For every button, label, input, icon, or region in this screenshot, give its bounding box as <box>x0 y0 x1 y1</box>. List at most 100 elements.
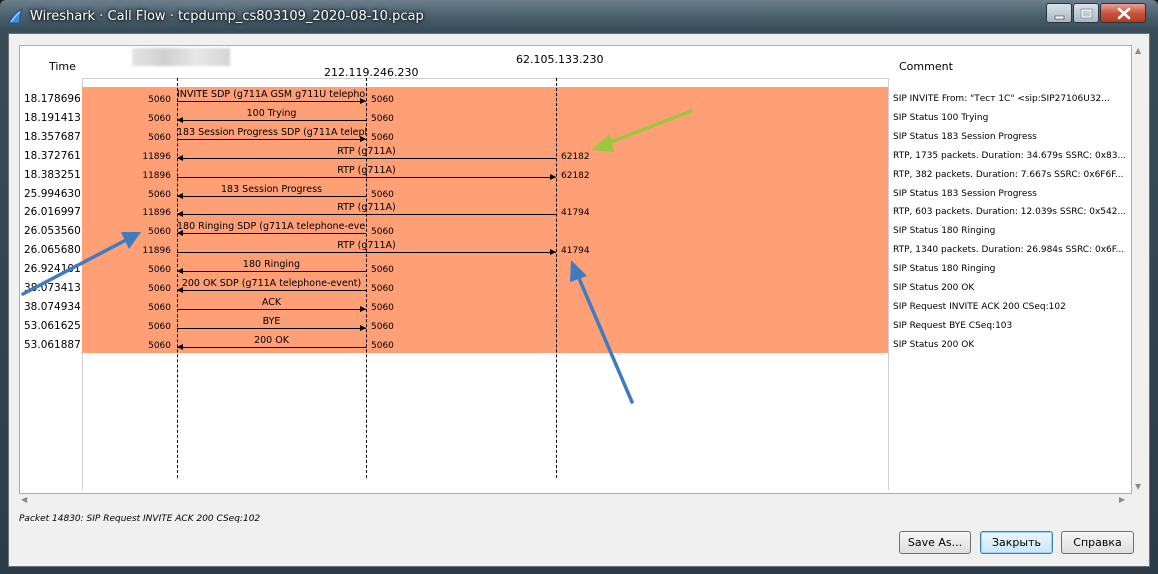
flow-from-port: 5060 <box>148 95 171 105</box>
flow-time: 18.383251 <box>24 168 81 181</box>
flow-to-port: 5060 <box>371 302 394 313</box>
flow-from-port: 11896 <box>142 246 171 257</box>
maximize-button[interactable] <box>1073 3 1099 23</box>
flow-row[interactable]: 26.924101 5060 5060 180 Ringing SIP Status 1… <box>20 259 1131 279</box>
flow-time: 26.924101 <box>24 263 81 276</box>
flow-from-port: 11896 <box>142 208 171 219</box>
flow-time: 18.178696 <box>24 93 81 105</box>
flow-label: 183 Session Progress <box>221 183 322 195</box>
flow-label: 200 OK <box>254 334 289 346</box>
flow-time: 26.065680 <box>24 244 81 257</box>
flow-row[interactable]: 25.994630 5060 5060 183 Session Progress SIP… <box>20 183 1131 204</box>
flow-to-port: 5060 <box>371 189 394 200</box>
flow-row[interactable]: 18.372761 11896 62182 RTP (g711A) RTP, 1735 … <box>20 145 1131 166</box>
flow-label: RTP (g711A) <box>337 202 396 214</box>
minimize-button[interactable] <box>1046 3 1072 23</box>
time-column-header: Time <box>49 60 76 73</box>
flow-from-port: 5060 <box>148 340 171 351</box>
flow-row[interactable]: 26.053560 5060 5060 180 Ringing SDP (g711A … <box>20 221 1131 241</box>
flow-to-port: 41794 <box>561 246 590 257</box>
flow-to-port: 62182 <box>561 151 590 162</box>
flow-arrow-line <box>177 327 366 329</box>
flow-arrow-line <box>177 271 366 273</box>
flow-arrow-line <box>177 119 366 121</box>
flow-from-port: 5060 <box>148 132 171 143</box>
flow-arrow-line <box>177 195 366 197</box>
comment-column-header: Comment <box>899 60 953 73</box>
redacted-area <box>132 48 230 66</box>
flow-from-port: 5060 <box>148 113 171 124</box>
flow-comment: SIP Request INVITE ACK 200 CSeq:102 <box>893 301 1066 312</box>
flow-to-port: 5060 <box>371 265 394 276</box>
flow-time: 25.994630 <box>24 187 81 200</box>
scroll-up-icon[interactable]: ▲ <box>1135 47 1141 55</box>
flow-row[interactable]: 38.074934 5060 5060 ACK SIP Request INVITE A… <box>20 296 1131 317</box>
flow-row[interactable]: 18.357687 5060 5060 183 Session Progress SD… <box>20 127 1131 147</box>
flow-row[interactable]: 18.191413 5060 5060 100 Trying SIP Status 10… <box>20 107 1131 128</box>
flow-time: 26.053560 <box>24 225 81 238</box>
save-as-button[interactable]: Save As... <box>899 531 971 554</box>
flow-row[interactable]: 53.061887 5060 5060 200 OK SIP Status 200 OK <box>20 334 1131 355</box>
flow-row[interactable]: 18.178696 5060 5060 INVITE SDP (g711A GSM g… <box>20 89 1131 109</box>
flow-label: 200 OK SDP (g711A telephone-event) <box>181 278 362 289</box>
flow-time: 26.016997 <box>24 206 81 219</box>
maximize-icon <box>1080 8 1093 19</box>
flow-time: 53.061625 <box>24 319 81 332</box>
flow-label: BYE <box>262 315 281 327</box>
close-button[interactable]: Закрыть <box>980 531 1053 554</box>
flow-to-port: 5060 <box>371 340 394 351</box>
flow-arrow-line <box>177 308 366 310</box>
vertical-scrollbar[interactable]: ▲ ▼ <box>1134 45 1143 494</box>
flow-row[interactable]: 26.065680 11896 41794 RTP (g711A) RTP, 1340 … <box>20 240 1131 260</box>
flow-to-port: 41794 <box>561 208 590 219</box>
flow-to-port: 5060 <box>371 132 394 143</box>
title-bar[interactable]: Wireshark · Call Flow · tcpdump_cs803109… <box>0 0 1158 34</box>
flow-graph[interactable]: Time 212.119.246.230 62.105.133.230 Comm… <box>19 45 1132 494</box>
flow-from-port: 5060 <box>148 265 171 276</box>
scroll-left-icon[interactable]: ◀ <box>21 496 27 504</box>
flow-time: 18.372761 <box>24 149 81 162</box>
horizontal-scrollbar[interactable]: ◀ ▶ <box>19 494 1132 506</box>
flow-comment: RTP, 603 packets. Duration: 12.039s SSRC… <box>893 207 1127 218</box>
flow-comment: SIP INVITE From: "Тест 1С" <sip:SIP27106… <box>893 94 1110 104</box>
flow-comment: RTP, 382 packets. Duration: 7.667s SSRC:… <box>893 169 1124 180</box>
flow-time: 18.357687 <box>24 130 81 143</box>
flow-arrow-line <box>177 290 366 291</box>
help-button[interactable]: Справка <box>1061 531 1134 554</box>
flow-row[interactable]: 53.061625 5060 5060 BYE SIP Request BYE CSeq… <box>20 315 1131 336</box>
status-text: Packet 14830: SIP Request INVITE ACK 200… <box>19 514 261 524</box>
scroll-right-icon[interactable]: ▶ <box>1119 496 1125 504</box>
flow-comment: SIP Status 100 Trying <box>893 112 989 123</box>
flow-arrow-line <box>177 157 556 159</box>
flow-comment: SIP Request BYE CSeq:103 <box>893 320 1013 331</box>
flow-time: 53.061887 <box>24 338 81 351</box>
dialog-client-area: Time 212.119.246.230 62.105.133.230 Comm… <box>8 33 1150 567</box>
flow-row[interactable]: 26.016997 11896 41794 RTP (g711A) RTP, 603 p… <box>20 202 1131 222</box>
flow-arrow-line <box>177 176 556 178</box>
flow-row[interactable]: 18.383251 11896 62182 RTP (g711A) RTP, 382 p… <box>20 164 1131 185</box>
flow-from-port: 11896 <box>142 170 171 181</box>
flow-label: RTP (g711A) <box>337 145 396 157</box>
flow-from-port: 5060 <box>148 227 171 238</box>
flow-label: 100 Trying <box>246 107 297 119</box>
flow-from-port: 5060 <box>148 321 171 332</box>
wireshark-fin-icon <box>8 8 23 24</box>
minimize-icon <box>1054 15 1065 20</box>
call-flow-window: Wireshark · Call Flow · tcpdump_cs803109… <box>0 0 1158 574</box>
flow-to-port: 62182 <box>561 170 590 181</box>
scroll-down-icon[interactable]: ▼ <box>1135 483 1141 491</box>
flow-comment: SIP Status 183 Session Progress <box>893 188 1037 199</box>
flow-comment: RTP, 1735 packets. Duration: 34.679s SSR… <box>893 150 1127 161</box>
flow-arrow-line <box>177 252 556 254</box>
flow-comment: SIP Status 180 Ringing <box>893 264 996 275</box>
close-window-button[interactable] <box>1100 3 1146 23</box>
close-icon <box>1117 7 1131 20</box>
flow-arrow-line <box>177 346 366 348</box>
flow-time: 38.074934 <box>24 300 81 313</box>
flow-comment: SIP Status 200 OK <box>893 339 975 350</box>
flow-row[interactable]: 38.073413 5060 5060 200 OK SDP (g711A telep… <box>20 278 1131 298</box>
flow-label: ACK <box>261 296 282 308</box>
flow-label: RTP (g711A) <box>337 164 396 176</box>
flow-to-port: 5060 <box>371 284 394 294</box>
flow-to-port: 5060 <box>371 95 394 105</box>
